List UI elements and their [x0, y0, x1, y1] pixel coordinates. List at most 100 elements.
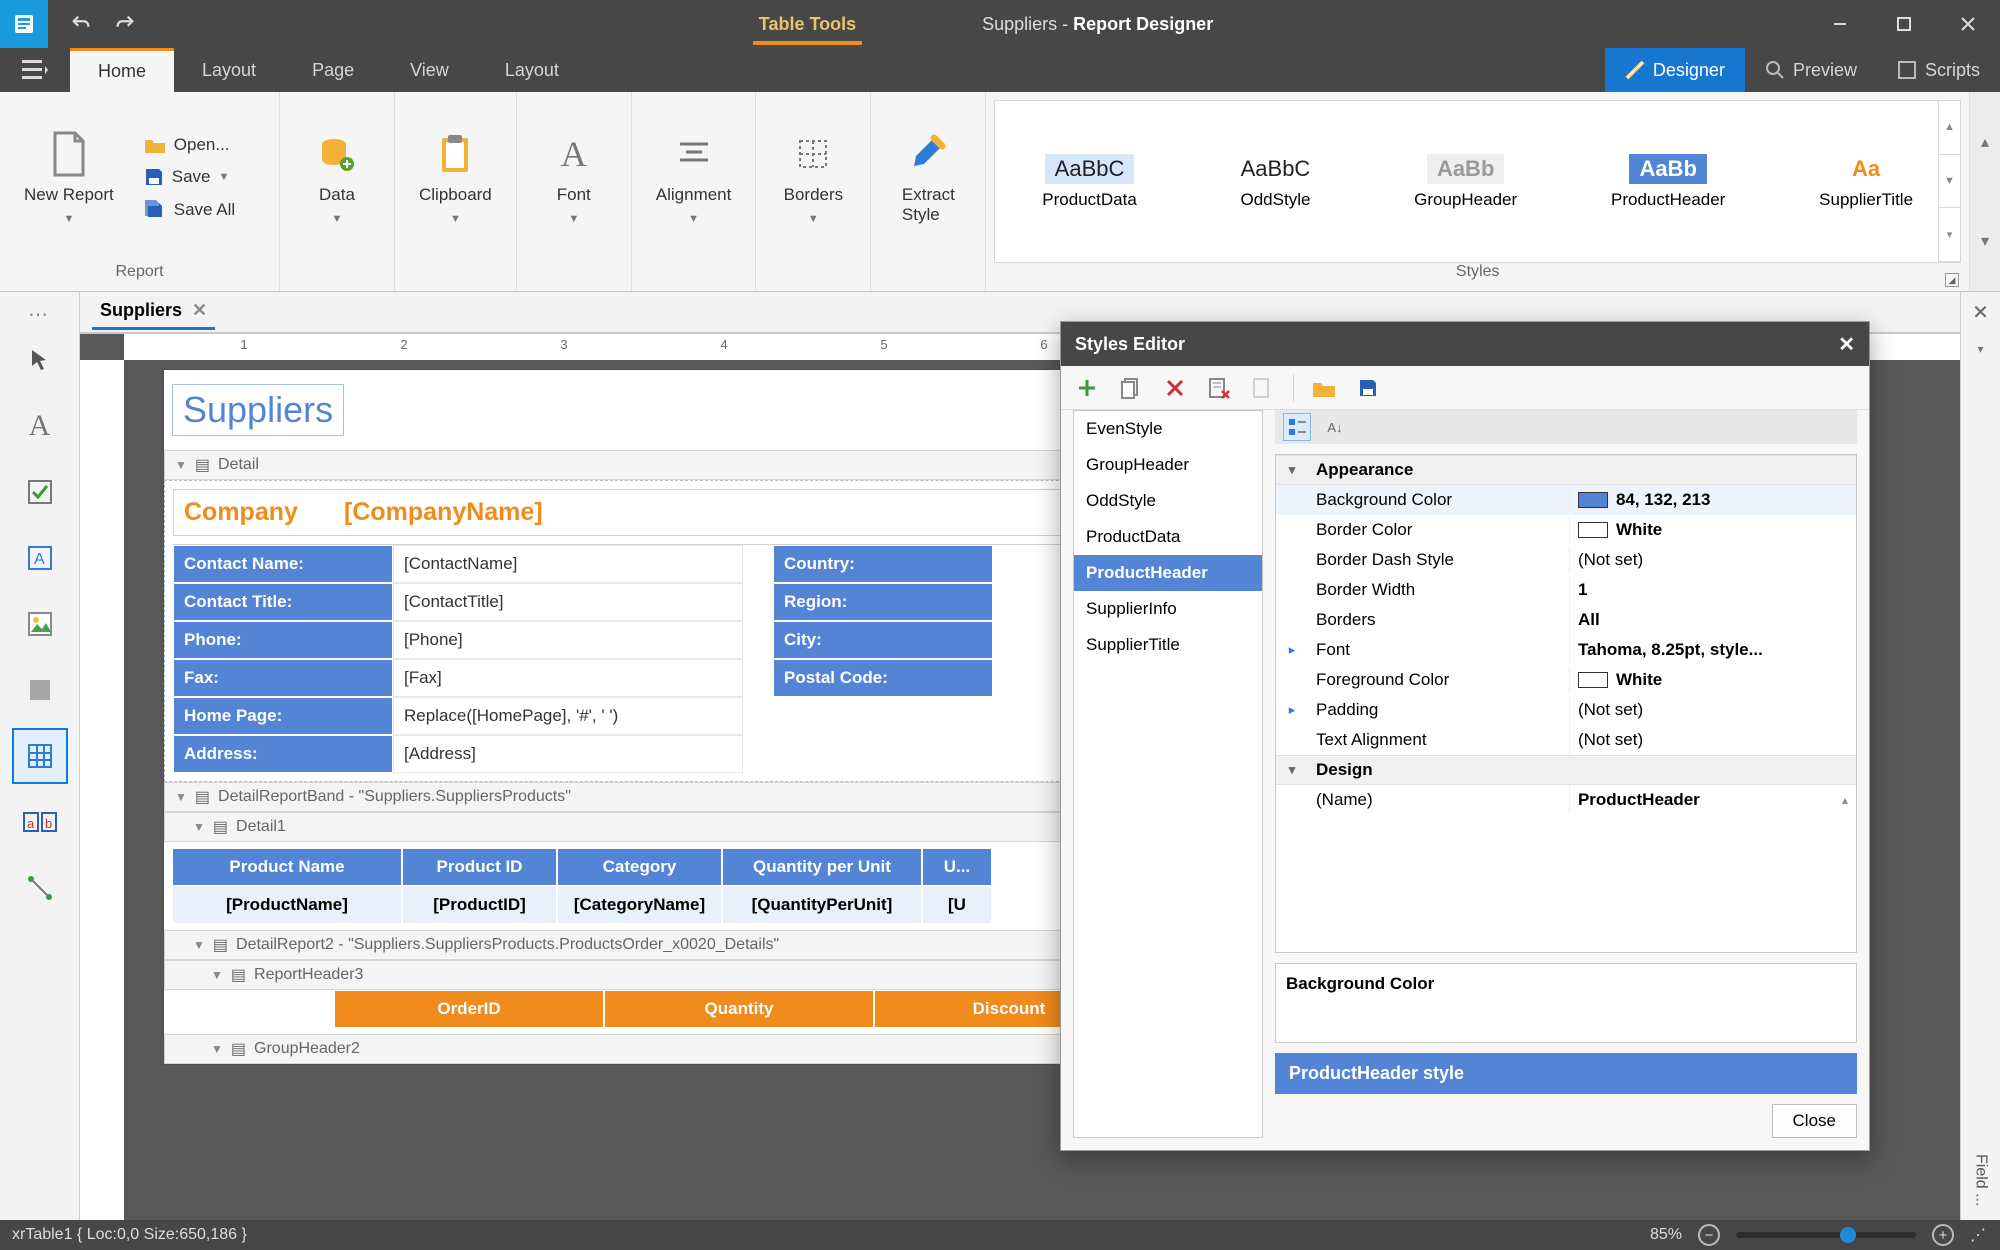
band-reportheader3[interactable]: ▼▤ ReportHeader3	[164, 960, 1204, 990]
clone-style-button[interactable]	[1117, 374, 1145, 402]
clipboard-button[interactable]: Clipboard▼	[407, 103, 504, 253]
resize-grip-icon[interactable]: ⋰	[1970, 1225, 1988, 1245]
info-label[interactable]: Contact Title:	[173, 583, 393, 621]
mode-preview[interactable]: Preview	[1745, 48, 1877, 92]
delete-style-button[interactable]	[1161, 374, 1189, 402]
info-value[interactable]: [Phone]	[393, 621, 743, 659]
info-value[interactable]: [Address]	[393, 735, 743, 773]
info-label[interactable]: Home Page:	[173, 697, 393, 735]
zoom-in-button[interactable]: +	[1932, 1224, 1954, 1246]
style-gallery-item[interactable]: AaSupplierTitle	[1819, 154, 1913, 210]
report-page[interactable]: Suppliers ▼▤ Detail Company [CompanyName…	[164, 370, 1204, 1064]
ribbon-tab-layout[interactable]: Layout	[174, 48, 284, 92]
style-list-item[interactable]: ProductHeader	[1074, 555, 1262, 591]
font-button[interactable]: AFont▼	[529, 103, 619, 253]
info-value[interactable]: [ContactTitle]	[393, 583, 743, 621]
ribbon-tab-page[interactable]: Page	[284, 48, 382, 92]
style-list-item[interactable]: EvenStyle	[1074, 411, 1262, 447]
add-style-button[interactable]	[1073, 374, 1101, 402]
dialog-close-button[interactable]: ✕	[1838, 332, 1855, 357]
info-label[interactable]: Phone:	[173, 621, 393, 659]
ribbon-scroll-up[interactable]: ▴	[1970, 92, 2000, 192]
vertical-ruler[interactable]	[80, 360, 124, 1220]
close-tab-icon[interactable]: ✕	[192, 300, 207, 321]
tool-line[interactable]	[12, 860, 68, 916]
table-header[interactable]: Product ID	[402, 848, 557, 886]
ribbon-tab-home[interactable]: Home	[70, 48, 174, 92]
document-tab[interactable]: Suppliers✕	[92, 294, 215, 330]
info-label[interactable]: Contact Name:	[173, 545, 393, 583]
table-cell[interactable]: [U	[922, 886, 992, 924]
style-gallery-item[interactable]: AaBbCProductData	[1042, 154, 1137, 210]
styles-dialog-launcher[interactable]: ◢	[1945, 273, 1959, 287]
toolbox-opts-icon[interactable]: ⋯	[28, 302, 51, 322]
tool-pointer[interactable]	[12, 332, 68, 388]
gallery-scroll-down[interactable]: ▼	[1939, 155, 1960, 209]
mode-scripts[interactable]: Scripts	[1877, 48, 2000, 92]
band-detail1[interactable]: ▼▤ Detail1	[164, 812, 1204, 842]
style-list-item[interactable]: ProductData	[1074, 519, 1262, 555]
minimize-button[interactable]	[1808, 0, 1872, 48]
style-gallery-item[interactable]: AaBbGroupHeader	[1414, 154, 1517, 210]
mode-designer[interactable]: Designer	[1605, 48, 1745, 92]
band-detailreport2[interactable]: ▼▤ DetailReport2 - "Suppliers.SuppliersP…	[164, 930, 1204, 960]
table-cell[interactable]: [CategoryName]	[557, 886, 722, 924]
field-list-tab[interactable]: Field ...	[1966, 1140, 1996, 1220]
info-label[interactable]: Country:	[773, 545, 993, 583]
info-value[interactable]: Replace([HomePage], '#', ' ')	[393, 697, 743, 735]
save-styles-button[interactable]	[1354, 374, 1382, 402]
table-header[interactable]: Category	[557, 848, 722, 886]
table-header[interactable]: Quantity	[604, 990, 874, 1028]
tool-picturebox[interactable]	[12, 596, 68, 652]
tool-checkbox[interactable]	[12, 464, 68, 520]
ribbon-tab-table-layout[interactable]: Layout	[477, 48, 587, 92]
extract-style-button[interactable]: Extract Style	[883, 103, 973, 253]
zoom-out-button[interactable]: −	[1698, 1224, 1720, 1246]
table-cell[interactable]: [QuantityPerUnit]	[722, 886, 922, 924]
style-list-item[interactable]: SupplierTitle	[1074, 627, 1262, 663]
table-cell[interactable]: [ProductID]	[402, 886, 557, 924]
save-all-button[interactable]: Save All	[136, 195, 243, 225]
zoom-slider[interactable]	[1736, 1232, 1916, 1238]
dialog-close-footer-button[interactable]: Close	[1772, 1104, 1857, 1138]
style-list-item[interactable]: GroupHeader	[1074, 447, 1262, 483]
style-list-item[interactable]: OddStyle	[1074, 483, 1262, 519]
ribbon-tab-view[interactable]: View	[382, 48, 477, 92]
context-tab-label[interactable]: Table Tools	[753, 4, 862, 45]
styles-list[interactable]: EvenStyleGroupHeaderOddStyleProductDataP…	[1073, 410, 1263, 1138]
band-groupheader2[interactable]: ▼▤ GroupHeader2	[164, 1034, 1204, 1064]
info-label[interactable]: Address:	[173, 735, 393, 773]
tool-panel[interactable]	[12, 662, 68, 718]
company-row[interactable]: Company [CompanyName]	[173, 489, 1195, 536]
table-header[interactable]: Product Name	[172, 848, 402, 886]
table-header[interactable]: Quantity per Unit	[722, 848, 922, 886]
app-icon[interactable]	[0, 0, 48, 48]
table-header[interactable]: U...	[922, 848, 992, 886]
dock-close-icon[interactable]: ✕	[1961, 292, 2000, 332]
property-grid[interactable]: ▾Appearance Background Color84, 132, 213…	[1275, 454, 1857, 953]
info-value[interactable]: [ContactName]	[393, 545, 743, 583]
tool-richtext[interactable]: A	[12, 530, 68, 586]
info-label[interactable]: Fax:	[173, 659, 393, 697]
style-list-item[interactable]: SupplierInfo	[1074, 591, 1262, 627]
info-label[interactable]: City:	[773, 621, 993, 659]
ribbon-scroll-down[interactable]: ▾	[1970, 192, 2000, 292]
load-styles-button[interactable]	[1310, 374, 1338, 402]
propgrid-alphabetical[interactable]: A↓	[1321, 413, 1349, 441]
close-window-button[interactable]	[1936, 0, 2000, 48]
new-report-button[interactable]: New Report▼	[12, 103, 126, 253]
undo-button[interactable]	[64, 7, 98, 41]
gallery-scroll-up[interactable]: ▲	[1939, 101, 1960, 155]
supplier-info-table[interactable]: Contact Name: [ContactName] Country: Cont…	[173, 544, 1195, 773]
tool-label[interactable]: A	[12, 398, 68, 454]
tool-table[interactable]	[12, 728, 68, 784]
propgrid-categorized[interactable]	[1283, 413, 1311, 441]
borders-button[interactable]: Borders▼	[768, 103, 858, 253]
save-button[interactable]: Save ▼	[136, 163, 243, 191]
maximize-button[interactable]	[1872, 0, 1936, 48]
purge-styles-button[interactable]	[1205, 374, 1233, 402]
report-title-field[interactable]: Suppliers	[172, 384, 344, 436]
band-detailreport[interactable]: ▼▤ DetailReportBand - "Suppliers.Supplie…	[164, 782, 1204, 812]
info-label[interactable]: Region:	[773, 583, 993, 621]
style-gallery-item[interactable]: AaBbProductHeader	[1611, 154, 1725, 210]
